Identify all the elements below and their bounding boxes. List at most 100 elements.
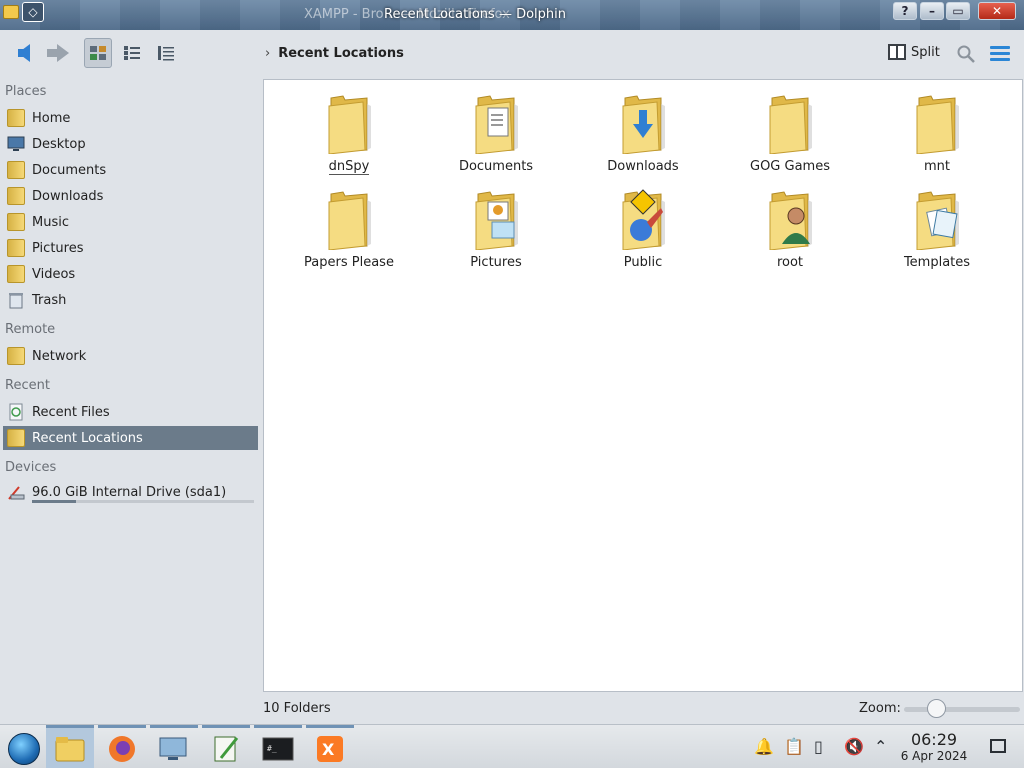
window-titlebar[interactable]: ◇ XAMPP - Bro… — Mozilla Firefox Recent …: [0, 0, 1024, 30]
recent-locations-folder-icon: [7, 429, 25, 447]
sidebar-item-downloads[interactable]: Downloads: [3, 184, 258, 208]
folder-name: dnSpy: [328, 159, 370, 175]
icons-view-button[interactable]: [84, 38, 112, 68]
task-firefox[interactable]: [98, 725, 146, 768]
folder-app-icon: [55, 736, 85, 761]
digital-clock[interactable]: 06:29 6 Apr 2024: [900, 730, 968, 763]
firefox-icon: [109, 735, 135, 762]
folder-item[interactable]: GOG Games: [720, 82, 860, 174]
task-dolphin[interactable]: [46, 725, 94, 768]
breadcrumb[interactable]: › Recent Locations: [265, 46, 404, 61]
recent-files-icon: [9, 403, 23, 421]
split-button[interactable]: Split: [888, 44, 940, 60]
split-view-icon: [888, 44, 906, 60]
forward-button[interactable]: [44, 38, 72, 68]
task-terminal[interactable]: #_: [254, 725, 302, 768]
back-button[interactable]: [10, 38, 38, 68]
sidebar-item-recent-locations[interactable]: Recent Locations: [3, 426, 258, 450]
close-button[interactable]: ✕: [978, 2, 1016, 20]
folder-label: Public: [573, 255, 713, 270]
sidebar-item-documents[interactable]: Documents: [3, 158, 258, 182]
folder-label: dnSpy: [279, 159, 419, 175]
clipboard-icon[interactable]: 📋: [784, 737, 804, 756]
section-remote: Remote: [5, 322, 56, 337]
minimize-button[interactable]: –: [920, 2, 944, 20]
details-view-button[interactable]: [152, 38, 180, 68]
folder-name: Pictures: [470, 255, 522, 270]
dolphin-app-icon: [3, 5, 19, 19]
sidebar-item-home[interactable]: Home: [3, 106, 258, 130]
folder-item[interactable]: dnSpy: [279, 82, 419, 175]
sidebar-item-recent-files[interactable]: Recent Files: [3, 400, 258, 424]
application-launcher[interactable]: [0, 725, 48, 768]
section-recent: Recent: [5, 378, 50, 393]
battery-icon[interactable]: ▯: [814, 737, 823, 756]
forward-arrow-icon: [47, 44, 69, 62]
clock-time: 06:29: [910, 730, 958, 749]
search-icon[interactable]: [956, 44, 976, 64]
sidebar-item-trash[interactable]: Trash: [3, 288, 258, 312]
sidebar-item-desktop[interactable]: Desktop: [3, 132, 258, 156]
folder-label: Papers Please: [279, 255, 419, 270]
zoom-slider-track[interactable]: [904, 707, 1020, 712]
sidebar-item-network[interactable]: Network: [3, 344, 258, 368]
folder-item[interactable]: Templates: [867, 178, 1007, 270]
text-editor-icon: [214, 736, 239, 761]
folder-label: mnt: [867, 159, 1007, 174]
zoom-slider-handle[interactable]: [927, 699, 946, 718]
folder-label: Downloads: [573, 159, 713, 174]
show-desktop-icon[interactable]: [990, 739, 1006, 753]
folder-name: Templates: [903, 255, 971, 270]
volume-muted-icon[interactable]: 🔇: [844, 737, 864, 756]
downloads-folder-icon: [7, 187, 25, 205]
toolbar: › Recent Locations Split: [0, 30, 1024, 78]
task-xampp[interactable]: X: [306, 725, 354, 768]
svg-text:X: X: [322, 740, 335, 759]
desktop-icon: [7, 136, 25, 151]
drive-usage-fill: [32, 500, 77, 503]
icons-view-icon: [90, 46, 106, 60]
folder-item[interactable]: Public: [573, 178, 713, 270]
folder-item[interactable]: Pictures: [426, 178, 566, 270]
compact-view-button[interactable]: [118, 38, 146, 68]
xampp-icon: X: [317, 735, 343, 762]
status-text: 10 Folders: [263, 701, 331, 716]
sidebar-item-music[interactable]: Music: [3, 210, 258, 234]
folder-icon: [916, 191, 959, 250]
clock-date: 6 Apr 2024: [900, 749, 968, 763]
folder-icon: [622, 95, 665, 154]
folder-name: Documents: [458, 159, 534, 174]
folder-name: GOG Games: [750, 159, 830, 174]
folder-item[interactable]: Downloads: [573, 82, 713, 174]
folder-name: Public: [623, 255, 663, 270]
system-settings-icon: [159, 737, 187, 760]
sidebar-item-videos[interactable]: Videos: [3, 262, 258, 286]
folder-name: root: [776, 255, 804, 270]
task-system-settings[interactable]: [150, 725, 198, 768]
folder-item[interactable]: mnt: [867, 82, 1007, 174]
folder-name: Downloads: [607, 159, 679, 174]
music-folder-icon: [7, 213, 25, 231]
maximize-button[interactable]: ▭: [946, 2, 970, 20]
window-menu-button[interactable]: ◇: [22, 2, 44, 22]
folder-icon: [328, 95, 371, 154]
folder-icon: [769, 191, 812, 250]
folder-item[interactable]: Documents: [426, 82, 566, 174]
hamburger-menu-icon[interactable]: [990, 46, 1010, 61]
folder-icon: [328, 191, 371, 250]
folder-item[interactable]: root: [720, 178, 860, 270]
task-text-editor[interactable]: [202, 725, 250, 768]
folder-label: Templates: [867, 255, 1007, 270]
folder-label: Pictures: [426, 255, 566, 270]
file-view[interactable]: dnSpy Documents Downloads GOG Games mnt Paper…: [263, 79, 1023, 692]
back-arrow-icon: [18, 44, 30, 62]
tray-expand-icon[interactable]: ⌃: [874, 737, 887, 756]
sidebar-item-pictures[interactable]: Pictures: [3, 236, 258, 260]
breadcrumb-current: Recent Locations: [278, 46, 404, 61]
help-button[interactable]: ?: [893, 2, 917, 20]
folder-icon: [475, 191, 518, 250]
folder-item[interactable]: Papers Please: [279, 178, 419, 270]
compact-view-icon: [124, 46, 140, 60]
split-label: Split: [911, 44, 940, 60]
notifications-icon[interactable]: 🔔: [754, 737, 774, 756]
